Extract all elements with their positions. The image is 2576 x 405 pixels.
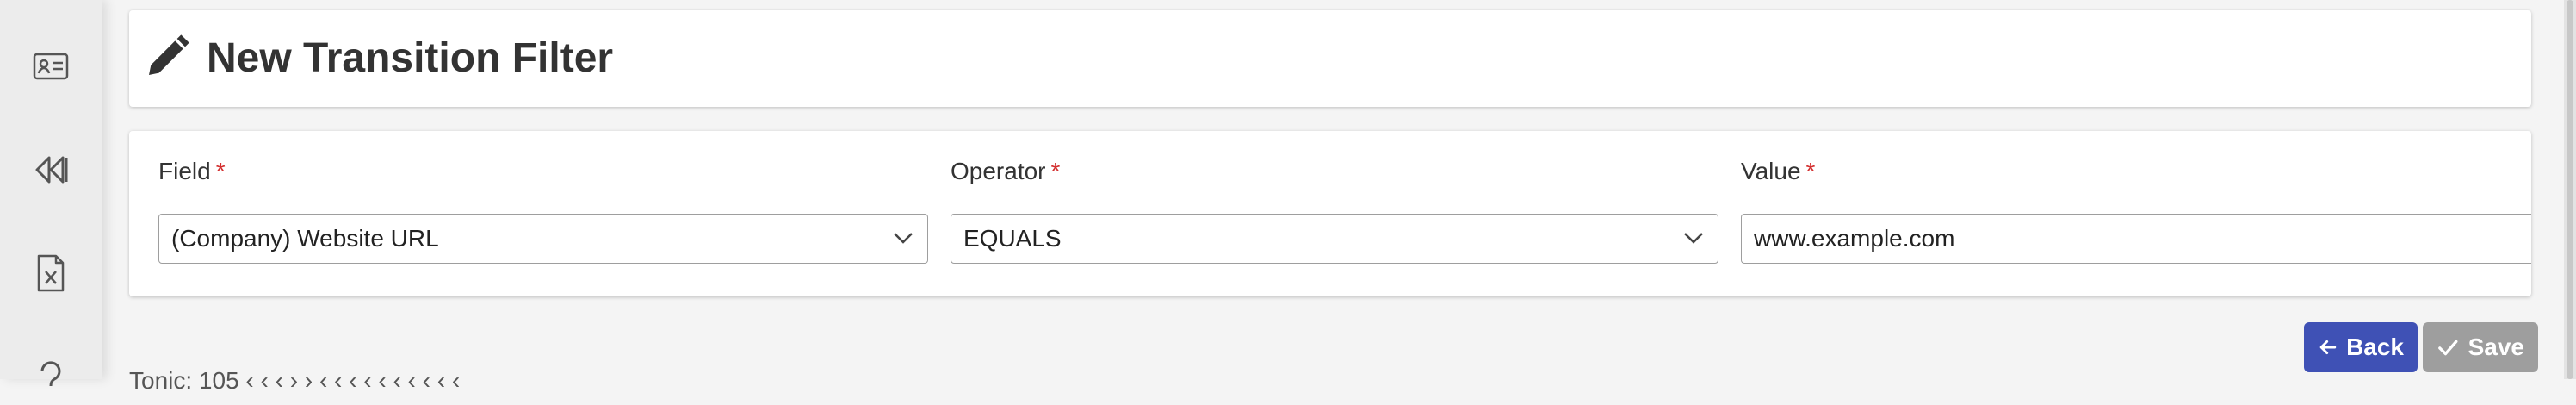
partial-footer-text: Tonic: 105 ‹ ‹ ‹ › › ‹ ‹ ‹ ‹ ‹ ‹ ‹ ‹ ‹ ‹ bbox=[129, 367, 461, 394]
rewind-icon[interactable] bbox=[22, 141, 79, 198]
chevron-down-icon bbox=[894, 233, 913, 244]
operator-select[interactable]: EQUALS bbox=[951, 214, 1718, 264]
required-marker: * bbox=[1805, 158, 1816, 184]
save-button[interactable]: Save bbox=[2423, 322, 2538, 372]
value-input[interactable]: www.example.com bbox=[1741, 214, 2531, 264]
scrollbar-thumb[interactable] bbox=[2567, 0, 2573, 379]
page-header-card: New Transition Filter bbox=[129, 10, 2531, 107]
required-marker: * bbox=[215, 158, 226, 184]
field-select-value: (Company) Website URL bbox=[171, 225, 439, 252]
page-title: New Transition Filter bbox=[207, 35, 614, 81]
excel-file-icon[interactable] bbox=[22, 245, 79, 302]
value-label: Value * bbox=[1741, 158, 1816, 184]
page-scrollbar[interactable] bbox=[2564, 0, 2576, 379]
help-icon[interactable] bbox=[22, 348, 79, 405]
operator-label: Operator * bbox=[951, 158, 1061, 184]
field-label: Field * bbox=[158, 158, 226, 184]
value-input-text: www.example.com bbox=[1754, 225, 1955, 252]
back-button-label: Back bbox=[2346, 333, 2404, 360]
chevron-down-icon bbox=[1684, 233, 1703, 244]
field-select[interactable]: (Company) Website URL bbox=[158, 214, 928, 264]
filter-form-card: Field * (Company) Website URL Operator * E… bbox=[129, 131, 2531, 296]
contact-card-icon[interactable] bbox=[22, 38, 79, 95]
required-marker: * bbox=[1050, 158, 1061, 184]
arrow-left-icon bbox=[2319, 340, 2337, 355]
sidebar bbox=[0, 0, 102, 387]
pencil-icon bbox=[149, 34, 189, 75]
check-icon bbox=[2438, 340, 2458, 356]
operator-select-value: EQUALS bbox=[963, 225, 1062, 252]
save-button-label: Save bbox=[2468, 333, 2524, 360]
back-button[interactable]: Back bbox=[2304, 322, 2418, 372]
